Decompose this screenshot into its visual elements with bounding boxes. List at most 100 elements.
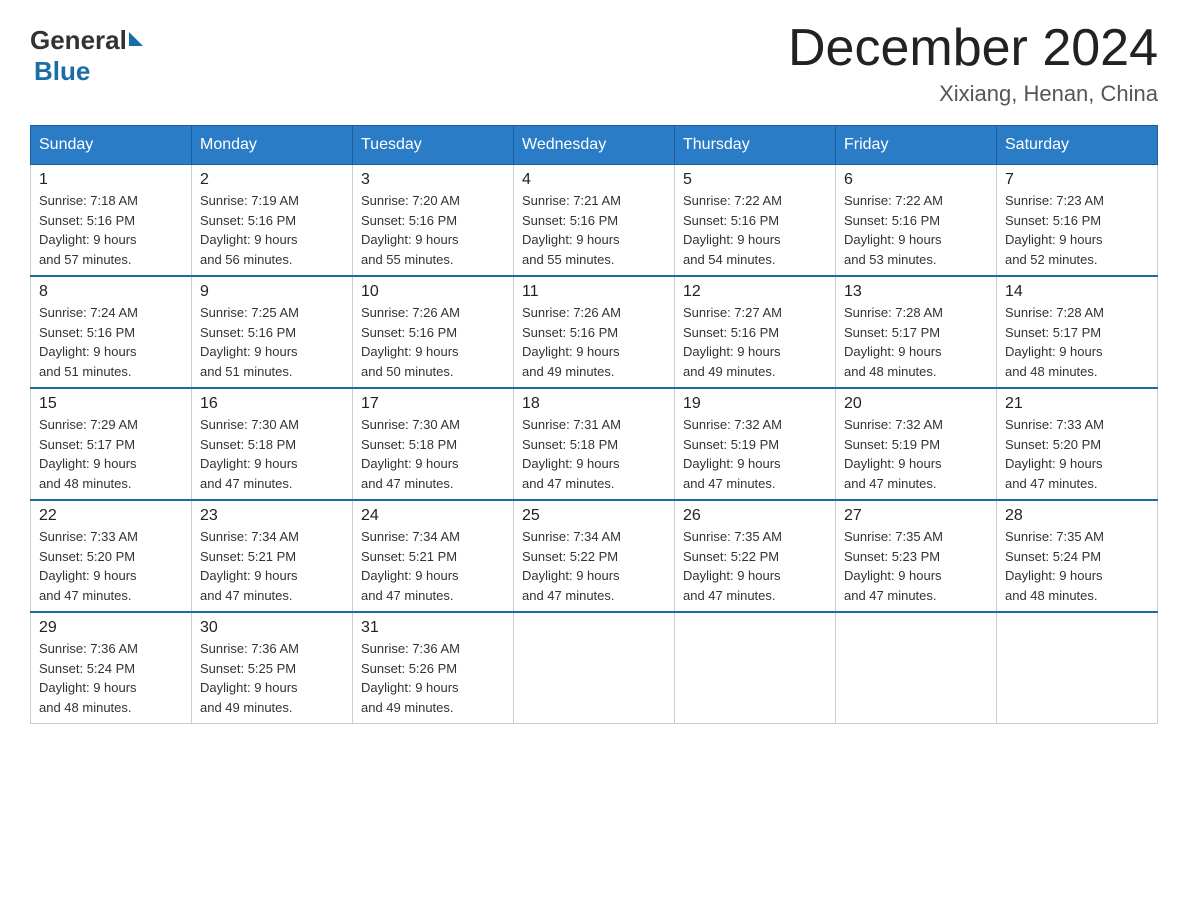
calendar-day-cell: 23 Sunrise: 7:34 AMSunset: 5:21 PMDayligh… bbox=[192, 500, 353, 612]
day-number: 23 bbox=[200, 507, 344, 525]
calendar-day-cell: 20Sunrise: 7:32 AMSunset: 5:19 PMDayligh… bbox=[836, 388, 997, 500]
calendar-day-cell: 4Sunrise: 7:21 AMSunset: 5:16 PMDaylight… bbox=[514, 165, 675, 277]
calendar-day-cell: 29 Sunrise: 7:36 AMSunset: 5:24 PMDayligh… bbox=[31, 612, 192, 724]
day-number: 27 bbox=[844, 507, 988, 525]
calendar-week-row: 22Sunrise: 7:33 AMSunset: 5:20 PMDayligh… bbox=[31, 500, 1158, 612]
day-number: 28 bbox=[1005, 507, 1149, 525]
day-number: 5 bbox=[683, 171, 827, 189]
calendar-day-cell bbox=[836, 612, 997, 724]
day-number: 24 bbox=[361, 507, 505, 525]
day-number: 10 bbox=[361, 283, 505, 301]
col-sunday: Sunday bbox=[31, 126, 192, 165]
day-info: Sunrise: 7:35 AMSunset: 5:23 PMDaylight:… bbox=[844, 527, 988, 605]
day-number: 25 bbox=[522, 507, 666, 525]
calendar-day-cell: 10 Sunrise: 7:26 AMSunset: 5:16 PMDayligh… bbox=[353, 276, 514, 388]
day-number: 14 bbox=[1005, 283, 1149, 301]
col-monday: Monday bbox=[192, 126, 353, 165]
calendar-day-cell: 19 Sunrise: 7:32 AMSunset: 5:19 PMDayligh… bbox=[675, 388, 836, 500]
logo-text-blue: Blue bbox=[34, 56, 90, 87]
day-info: Sunrise: 7:36 AMSunset: 5:26 PMDaylight:… bbox=[361, 639, 505, 717]
day-info: Sunrise: 7:34 AMSunset: 5:21 PMDaylight:… bbox=[200, 527, 344, 605]
day-number: 21 bbox=[1005, 395, 1149, 413]
col-wednesday: Wednesday bbox=[514, 126, 675, 165]
calendar-day-cell: 2 Sunrise: 7:19 AMSunset: 5:16 PMDaylight… bbox=[192, 165, 353, 277]
page-header: GeneralBlue December 2024 Xixiang, Henan… bbox=[30, 20, 1158, 107]
calendar-week-row: 8 Sunrise: 7:24 AMSunset: 5:16 PMDaylight… bbox=[31, 276, 1158, 388]
day-info: Sunrise: 7:22 AMSunset: 5:16 PMDaylight:… bbox=[844, 191, 988, 269]
calendar-week-row: 1 Sunrise: 7:18 AMSunset: 5:16 PMDaylight… bbox=[31, 165, 1158, 277]
calendar-day-cell: 8 Sunrise: 7:24 AMSunset: 5:16 PMDaylight… bbox=[31, 276, 192, 388]
day-number: 8 bbox=[39, 283, 183, 301]
calendar-day-cell: 22Sunrise: 7:33 AMSunset: 5:20 PMDayligh… bbox=[31, 500, 192, 612]
day-info: Sunrise: 7:22 AMSunset: 5:16 PMDaylight:… bbox=[683, 191, 827, 269]
day-number: 7 bbox=[1005, 171, 1149, 189]
day-info: Sunrise: 7:20 AMSunset: 5:16 PMDaylight:… bbox=[361, 191, 505, 269]
day-info: Sunrise: 7:32 AMSunset: 5:19 PMDaylight:… bbox=[683, 415, 827, 493]
day-number: 30 bbox=[200, 619, 344, 637]
calendar-day-cell: 3 Sunrise: 7:20 AMSunset: 5:16 PMDaylight… bbox=[353, 165, 514, 277]
day-info: Sunrise: 7:18 AMSunset: 5:16 PMDaylight:… bbox=[39, 191, 183, 269]
calendar-day-cell: 26Sunrise: 7:35 AMSunset: 5:22 PMDayligh… bbox=[675, 500, 836, 612]
day-number: 3 bbox=[361, 171, 505, 189]
day-info: Sunrise: 7:24 AMSunset: 5:16 PMDaylight:… bbox=[39, 303, 183, 381]
day-info: Sunrise: 7:27 AMSunset: 5:16 PMDaylight:… bbox=[683, 303, 827, 381]
calendar-day-cell: 6Sunrise: 7:22 AMSunset: 5:16 PMDaylight… bbox=[836, 165, 997, 277]
calendar-day-cell: 14 Sunrise: 7:28 AMSunset: 5:17 PMDayligh… bbox=[997, 276, 1158, 388]
day-number: 17 bbox=[361, 395, 505, 413]
day-number: 18 bbox=[522, 395, 666, 413]
logo: GeneralBlue bbox=[30, 25, 143, 87]
calendar-day-cell bbox=[514, 612, 675, 724]
col-saturday: Saturday bbox=[997, 126, 1158, 165]
day-info: Sunrise: 7:35 AMSunset: 5:22 PMDaylight:… bbox=[683, 527, 827, 605]
day-info: Sunrise: 7:30 AMSunset: 5:18 PMDaylight:… bbox=[200, 415, 344, 493]
calendar-body: 1 Sunrise: 7:18 AMSunset: 5:16 PMDaylight… bbox=[31, 165, 1158, 724]
calendar-week-row: 15 Sunrise: 7:29 AMSunset: 5:17 PMDayligh… bbox=[31, 388, 1158, 500]
header-row: Sunday Monday Tuesday Wednesday Thursday… bbox=[31, 126, 1158, 165]
day-number: 9 bbox=[200, 283, 344, 301]
day-info: Sunrise: 7:36 AMSunset: 5:24 PMDaylight:… bbox=[39, 639, 183, 717]
day-number: 4 bbox=[522, 171, 666, 189]
day-info: Sunrise: 7:19 AMSunset: 5:16 PMDaylight:… bbox=[200, 191, 344, 269]
day-info: Sunrise: 7:30 AMSunset: 5:18 PMDaylight:… bbox=[361, 415, 505, 493]
col-thursday: Thursday bbox=[675, 126, 836, 165]
day-info: Sunrise: 7:31 AMSunset: 5:18 PMDaylight:… bbox=[522, 415, 666, 493]
day-number: 2 bbox=[200, 171, 344, 189]
day-info: Sunrise: 7:25 AMSunset: 5:16 PMDaylight:… bbox=[200, 303, 344, 381]
calendar-day-cell: 31 Sunrise: 7:36 AMSunset: 5:26 PMDayligh… bbox=[353, 612, 514, 724]
day-info: Sunrise: 7:29 AMSunset: 5:17 PMDaylight:… bbox=[39, 415, 183, 493]
page-subtitle: Xixiang, Henan, China bbox=[788, 81, 1158, 107]
day-number: 19 bbox=[683, 395, 827, 413]
calendar-day-cell: 9 Sunrise: 7:25 AMSunset: 5:16 PMDaylight… bbox=[192, 276, 353, 388]
day-number: 15 bbox=[39, 395, 183, 413]
day-number: 11 bbox=[522, 283, 666, 301]
logo-triangle-icon bbox=[129, 32, 143, 46]
day-info: Sunrise: 7:28 AMSunset: 5:17 PMDaylight:… bbox=[844, 303, 988, 381]
day-number: 29 bbox=[39, 619, 183, 637]
calendar-day-cell: 16Sunrise: 7:30 AMSunset: 5:18 PMDayligh… bbox=[192, 388, 353, 500]
day-info: Sunrise: 7:26 AMSunset: 5:16 PMDaylight:… bbox=[361, 303, 505, 381]
day-number: 1 bbox=[39, 171, 183, 189]
day-info: Sunrise: 7:26 AMSunset: 5:16 PMDaylight:… bbox=[522, 303, 666, 381]
calendar-day-cell: 12 Sunrise: 7:27 AMSunset: 5:16 PMDayligh… bbox=[675, 276, 836, 388]
day-number: 13 bbox=[844, 283, 988, 301]
col-tuesday: Tuesday bbox=[353, 126, 514, 165]
calendar-day-cell: 25Sunrise: 7:34 AMSunset: 5:22 PMDayligh… bbox=[514, 500, 675, 612]
calendar-day-cell: 1 Sunrise: 7:18 AMSunset: 5:16 PMDaylight… bbox=[31, 165, 192, 277]
calendar-day-cell bbox=[997, 612, 1158, 724]
calendar-day-cell bbox=[675, 612, 836, 724]
calendar-day-cell: 30Sunrise: 7:36 AMSunset: 5:25 PMDayligh… bbox=[192, 612, 353, 724]
day-info: Sunrise: 7:33 AMSunset: 5:20 PMDaylight:… bbox=[39, 527, 183, 605]
day-number: 31 bbox=[361, 619, 505, 637]
calendar-day-cell: 21 Sunrise: 7:33 AMSunset: 5:20 PMDayligh… bbox=[997, 388, 1158, 500]
calendar-day-cell: 15 Sunrise: 7:29 AMSunset: 5:17 PMDayligh… bbox=[31, 388, 192, 500]
day-info: Sunrise: 7:28 AMSunset: 5:17 PMDaylight:… bbox=[1005, 303, 1149, 381]
day-info: Sunrise: 7:34 AMSunset: 5:21 PMDaylight:… bbox=[361, 527, 505, 605]
calendar-header: Sunday Monday Tuesday Wednesday Thursday… bbox=[31, 126, 1158, 165]
calendar-table: Sunday Monday Tuesday Wednesday Thursday… bbox=[30, 125, 1158, 724]
calendar-day-cell: 7Sunrise: 7:23 AMSunset: 5:16 PMDaylight… bbox=[997, 165, 1158, 277]
calendar-day-cell: 28Sunrise: 7:35 AMSunset: 5:24 PMDayligh… bbox=[997, 500, 1158, 612]
calendar-day-cell: 24 Sunrise: 7:34 AMSunset: 5:21 PMDayligh… bbox=[353, 500, 514, 612]
day-number: 12 bbox=[683, 283, 827, 301]
calendar-day-cell: 13 Sunrise: 7:28 AMSunset: 5:17 PMDayligh… bbox=[836, 276, 997, 388]
day-info: Sunrise: 7:33 AMSunset: 5:20 PMDaylight:… bbox=[1005, 415, 1149, 493]
